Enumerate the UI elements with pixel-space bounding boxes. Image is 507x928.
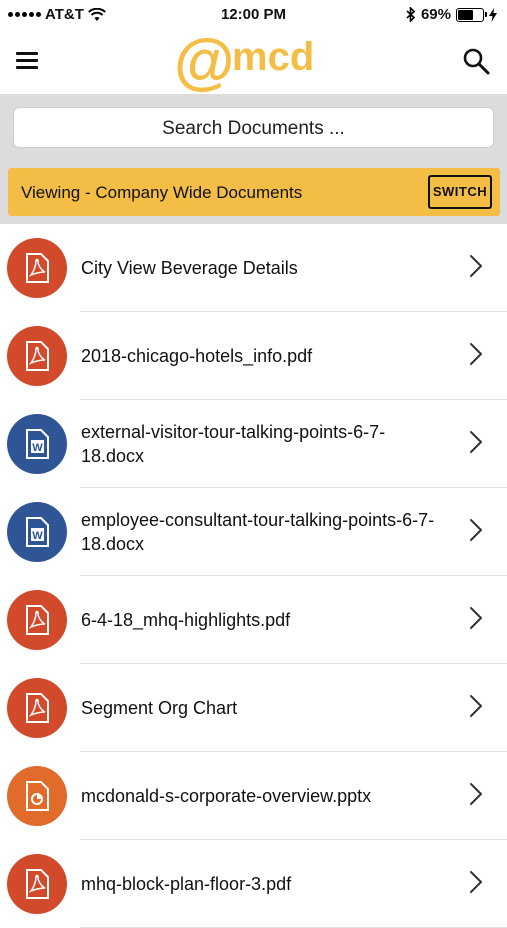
document-list: City View Beverage Details 2018-chicago-h… [0,224,507,928]
battery-percent: 69% [420,6,451,23]
document-name: mcdonald-s-corporate-overview.pptx [81,786,372,806]
pdf-file-icon [7,678,67,738]
chevron-right-icon [470,871,482,893]
chevron-right-icon [470,343,482,365]
pdf-file-icon [7,326,67,386]
pdf-file-icon [7,854,67,914]
document-row[interactable]: Wexternal-visitor-tour-talking-points-6-… [0,400,507,488]
document-row[interactable]: Segment Org Chart [0,664,507,752]
switch-button[interactable]: SWITCH [428,175,492,209]
chevron-right-icon [470,431,482,453]
logo-at: @ [174,30,234,94]
word-file-icon: W [7,502,67,562]
viewing-wrap: Viewing - Company Wide Documents SWITCH [0,164,507,224]
status-bar: AT&T 12:00 PM 69% [0,0,507,30]
document-row[interactable]: mcdonald-s-corporate-overview.pptx [0,752,507,840]
logo-text: mcd [232,35,314,79]
pdf-file-icon [7,590,67,650]
document-row[interactable]: mhq-block-plan-floor-3.pdf [0,840,507,928]
document-row[interactable]: City View Beverage Details [0,224,507,312]
mcd-logo: @ mcd [174,30,314,94]
charging-bolt-icon [489,7,497,22]
magnifier-icon[interactable] [461,46,491,76]
app-header: @ mcd [0,30,507,94]
powerpoint-file-icon [7,766,67,826]
chevron-right-icon [470,783,482,805]
bluetooth-icon [406,7,416,22]
document-name: 2018-chicago-hotels_info.pdf [81,346,313,366]
pdf-file-icon [7,238,67,298]
chevron-right-icon [470,519,482,541]
status-right: 69% [406,6,497,23]
svg-text:W: W [32,442,43,454]
document-name: employee-consultant-tour-talking-points-… [81,510,435,554]
chevron-right-icon [470,607,482,629]
document-row[interactable]: Wemployee-consultant-tour-talking-points… [0,488,507,576]
chevron-right-icon [470,695,482,717]
document-row[interactable]: 6-4-18_mhq-highlights.pdf [0,576,507,664]
search-band: Search Documents ... [0,94,507,164]
svg-text:W: W [32,530,43,542]
document-name: City View Beverage Details [81,258,298,278]
document-name: mhq-block-plan-floor-3.pdf [81,874,292,894]
document-name: external-visitor-tour-talking-points-6-7… [81,422,386,466]
word-file-icon: W [7,414,67,474]
viewing-banner: Viewing - Company Wide Documents SWITCH [8,168,500,216]
viewing-label: Viewing - Company Wide Documents [21,183,303,202]
document-name: Segment Org Chart [81,698,238,718]
search-documents-input[interactable]: Search Documents ... [13,107,494,148]
hamburger-menu-icon[interactable] [16,52,38,70]
battery-icon [456,7,487,22]
chevron-right-icon [470,255,482,277]
document-name: 6-4-18_mhq-highlights.pdf [81,610,291,630]
document-row[interactable]: 2018-chicago-hotels_info.pdf [0,312,507,400]
